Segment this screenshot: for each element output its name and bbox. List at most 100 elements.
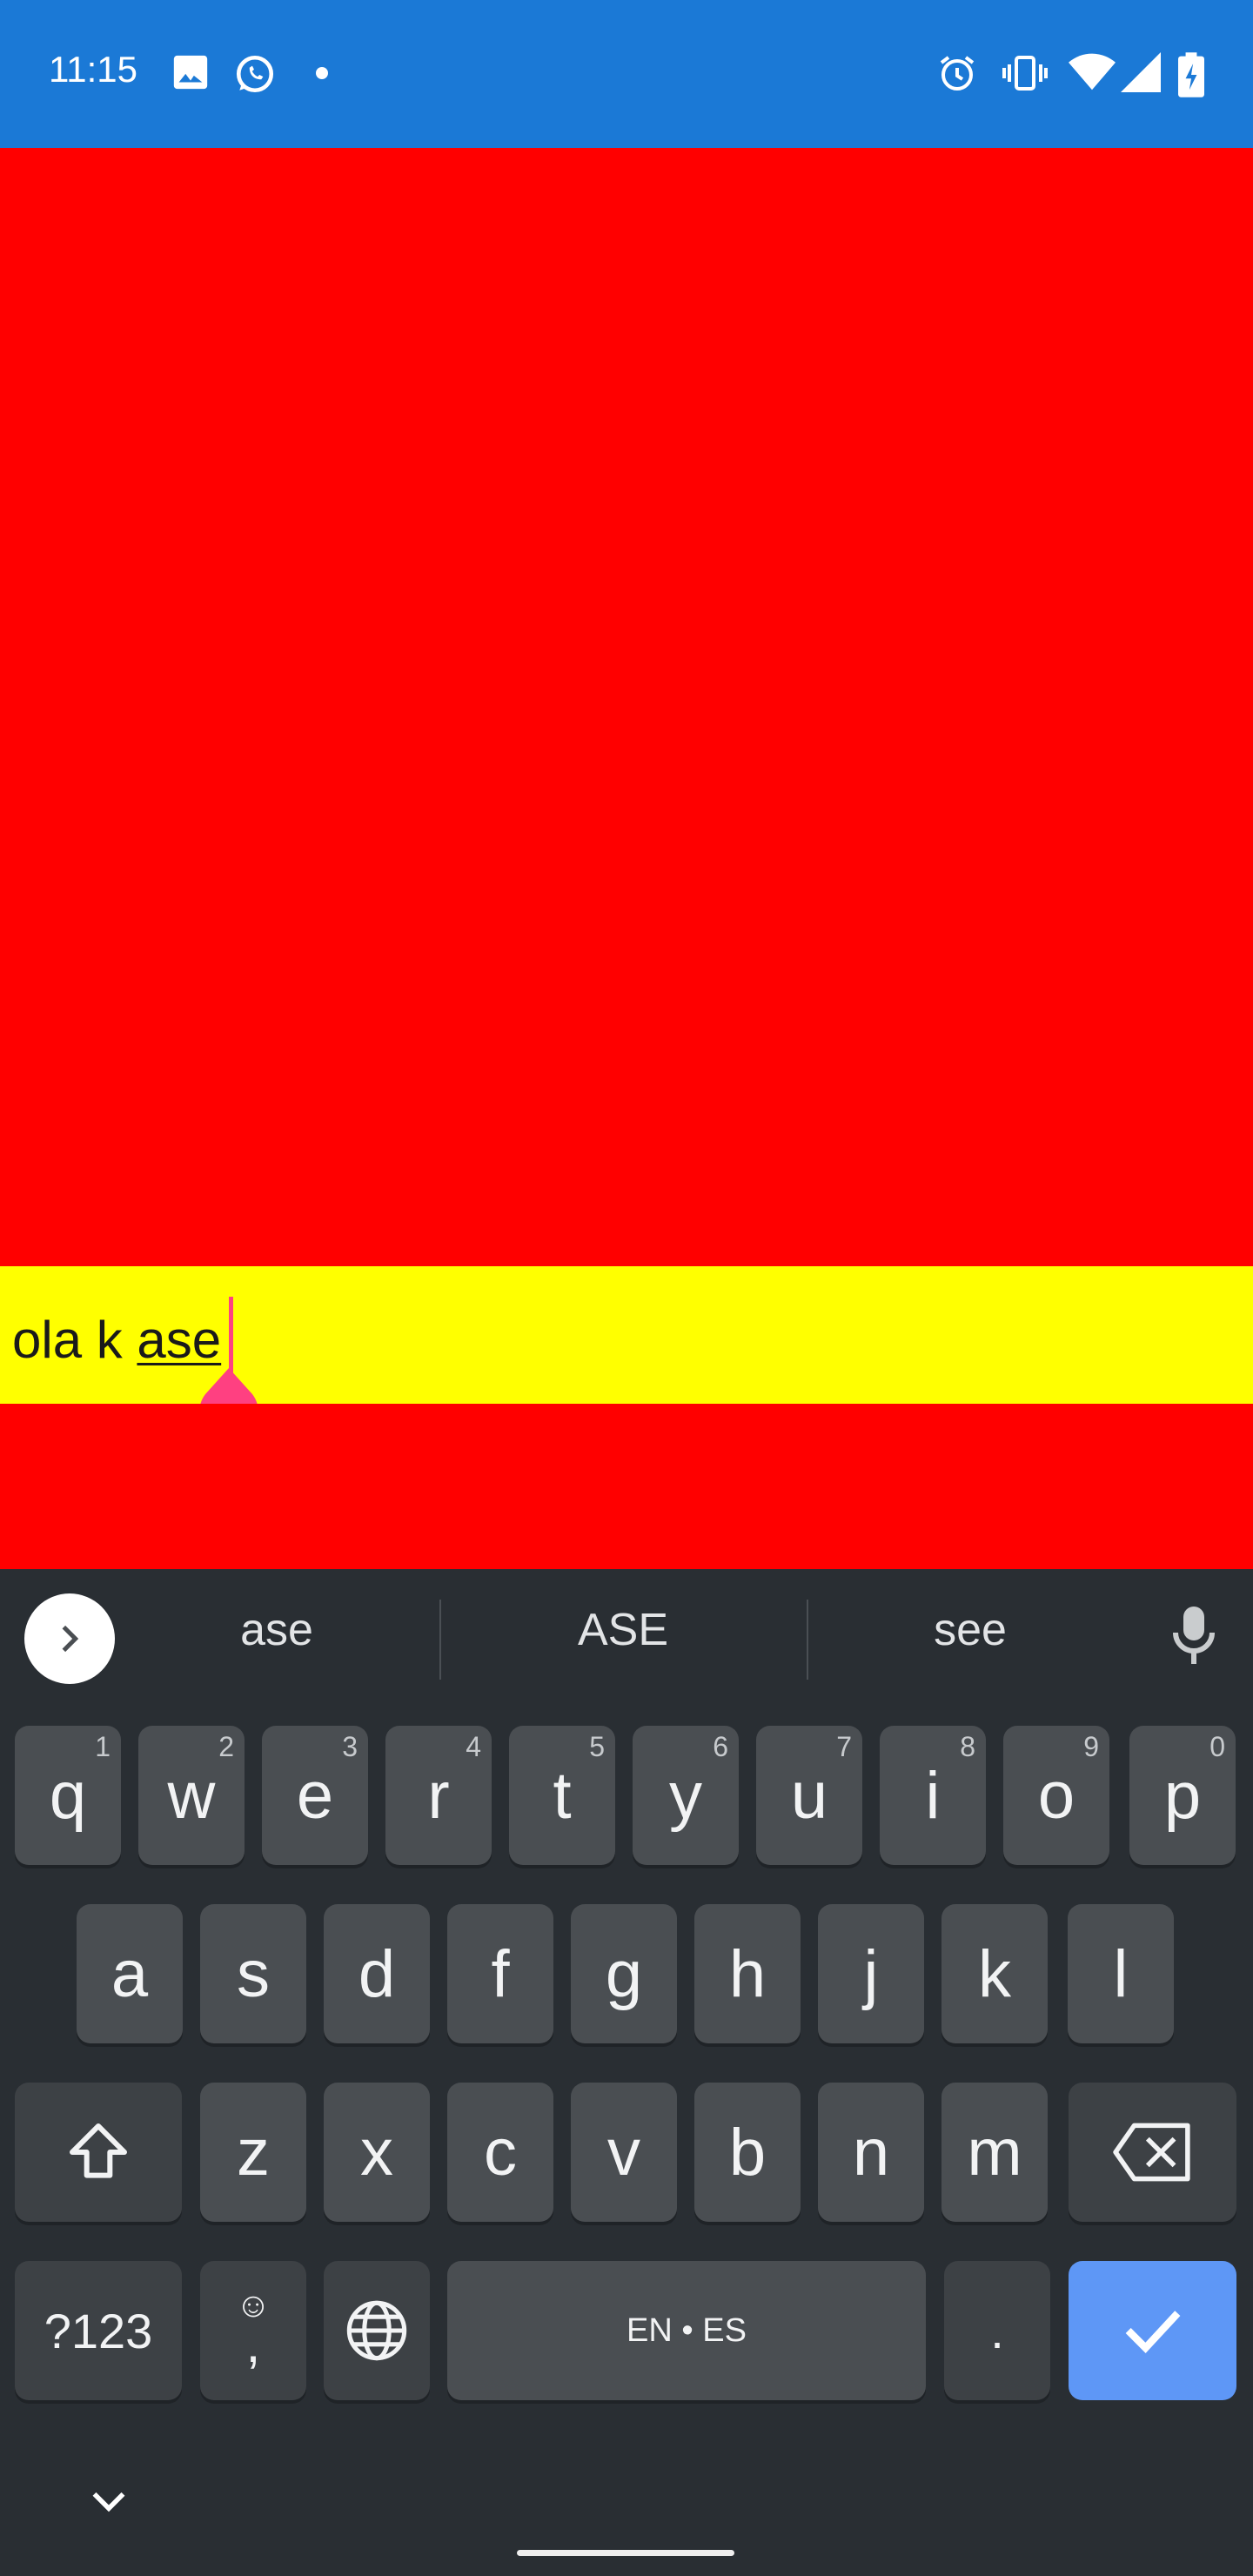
alarm-icon (940, 56, 975, 91)
symbols-label: ?123 (44, 2303, 153, 2358)
key-p[interactable]: p0 (1129, 1726, 1236, 1865)
key-hint: 9 (1083, 1731, 1099, 1762)
suggestion-2[interactable]: ASE (492, 1604, 754, 1656)
key-label: x (360, 2115, 393, 2190)
period-key[interactable]: . (944, 2261, 1050, 2400)
key-f[interactable]: f (447, 1904, 553, 2043)
suggestion-divider (807, 1600, 808, 1680)
input-committed-text: ola k (12, 1311, 137, 1369)
language-key[interactable] (324, 2261, 430, 2400)
backspace-icon (1112, 2123, 1190, 2182)
key-label: l (1113, 1936, 1129, 2011)
suggestion-3[interactable]: see (840, 1604, 1101, 1656)
whatsapp-icon (236, 55, 274, 93)
key-e[interactable]: e3 (262, 1726, 368, 1865)
key-label: k (978, 1936, 1011, 2011)
key-label: m (967, 2115, 1022, 2190)
keyboard: ase ASE see q1 w2 e3 r4 t5 y6 u7 i8 o9 p… (0, 1569, 1253, 2576)
microphone-icon[interactable] (1168, 1604, 1220, 1667)
key-hint: 7 (836, 1731, 852, 1762)
checkmark-icon (1125, 2311, 1180, 2353)
key-label: v (607, 2115, 640, 2190)
vibrate-icon (1002, 56, 1048, 91)
wifi-icon (1069, 53, 1116, 91)
key-u[interactable]: u7 (756, 1726, 862, 1865)
key-o[interactable]: o9 (1003, 1726, 1109, 1865)
key-n[interactable]: n (818, 2083, 924, 2222)
input-text: ola k ase (12, 1310, 221, 1370)
key-i[interactable]: i8 (880, 1726, 986, 1865)
app-canvas-top (0, 148, 1253, 1266)
key-hint: 8 (960, 1731, 975, 1762)
key-hint: 1 (95, 1731, 111, 1762)
shift-icon (70, 2123, 127, 2178)
key-j[interactable]: j (818, 1904, 924, 2043)
comma-label: , (245, 2315, 261, 2373)
key-c[interactable]: c (447, 2083, 553, 2222)
key-label: z (237, 2115, 270, 2190)
key-d[interactable]: d (324, 1904, 430, 2043)
key-label: o (1037, 1758, 1075, 1833)
image-icon (173, 55, 208, 90)
suggestion-strip: ase ASE see (0, 1569, 1253, 1704)
key-label: e (296, 1758, 334, 1833)
key-label: u (790, 1758, 828, 1833)
key-label: b (728, 2115, 767, 2190)
backspace-key[interactable] (1069, 2083, 1236, 2222)
key-hint: 2 (218, 1731, 234, 1762)
hide-keyboard-chevron-icon[interactable] (90, 2489, 128, 2515)
key-w[interactable]: w2 (138, 1726, 245, 1865)
key-label: q (49, 1758, 87, 1833)
shift-key[interactable] (15, 2083, 182, 2222)
text-cursor (229, 1297, 233, 1373)
dot-icon (316, 67, 328, 79)
key-label: i (925, 1758, 941, 1833)
status-bar: 11:15 (0, 0, 1253, 148)
key-label: s (237, 1936, 270, 2011)
key-k[interactable]: k (941, 1904, 1048, 2043)
key-a[interactable]: a (77, 1904, 183, 2043)
app-canvas-bottom (0, 1404, 1253, 1569)
key-label: f (491, 1936, 510, 2011)
key-label: j (863, 1936, 879, 2011)
suggestion-1[interactable]: ase (146, 1604, 407, 1656)
key-hint: 6 (713, 1731, 728, 1762)
key-z[interactable]: z (200, 2083, 306, 2222)
space-label: EN • ES (626, 2311, 747, 2349)
suggestion-divider (439, 1600, 441, 1680)
key-s[interactable]: s (200, 1904, 306, 2043)
key-label: t (553, 1758, 572, 1833)
key-x[interactable]: x (324, 2083, 430, 2222)
key-label: d (358, 1936, 396, 2011)
key-m[interactable]: m (941, 2083, 1048, 2222)
text-input-field[interactable]: ola k ase (0, 1266, 1253, 1404)
key-y[interactable]: y6 (633, 1726, 739, 1865)
key-r[interactable]: r4 (385, 1726, 492, 1865)
key-h[interactable]: h (694, 1904, 801, 2043)
key-q[interactable]: q1 (15, 1726, 121, 1865)
home-gesture-bar[interactable] (517, 2550, 734, 2556)
key-label: n (852, 2115, 890, 2190)
chevron-right-icon (62, 1625, 79, 1653)
key-label: c (484, 2115, 517, 2190)
comma-emoji-key[interactable]: ☺ , (200, 2261, 306, 2400)
input-composing-text: ase (137, 1311, 222, 1369)
space-key[interactable]: EN • ES (447, 2261, 926, 2400)
battery-charging-icon (1178, 52, 1204, 97)
symbols-key[interactable]: ?123 (15, 2261, 182, 2400)
key-label: h (728, 1936, 767, 2011)
key-label: w (167, 1758, 216, 1833)
key-v[interactable]: v (571, 2083, 677, 2222)
toolbar-expand-button[interactable] (24, 1593, 115, 1684)
key-b[interactable]: b (694, 2083, 801, 2222)
key-label: r (427, 1758, 450, 1833)
key-l[interactable]: l (1068, 1904, 1174, 2043)
enter-key[interactable] (1069, 2261, 1236, 2400)
globe-icon (346, 2300, 407, 2361)
key-g[interactable]: g (571, 1904, 677, 2043)
key-label: g (605, 1936, 643, 2011)
period-label: . (990, 2303, 1004, 2358)
key-t[interactable]: t5 (509, 1726, 615, 1865)
key-hint: 0 (1209, 1731, 1225, 1762)
key-label: a (111, 1936, 149, 2011)
